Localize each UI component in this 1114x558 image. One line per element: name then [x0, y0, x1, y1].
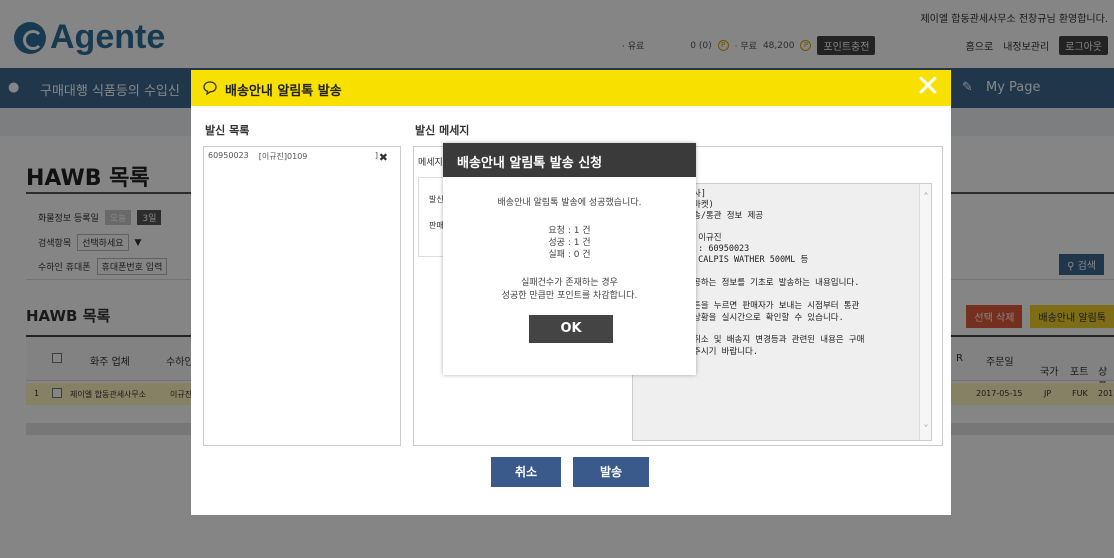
- preview-scrollbar[interactable]: ⌃ ⌄: [919, 184, 931, 440]
- list-item[interactable]: 60950023 [이규진]0109 ] ✖: [208, 151, 394, 164]
- cancel-button[interactable]: 취소: [491, 457, 561, 487]
- sender-list-label: 발신 목록: [205, 124, 250, 137]
- sender-list: 60950023 [이규진]0109 ] ✖: [203, 146, 401, 446]
- preview-line: 공하는 정보를 기초로 발송하는 내용입니다.: [693, 278, 860, 288]
- sender-number: 60950023: [208, 151, 249, 160]
- remove-icon[interactable]: ✖: [379, 151, 388, 164]
- chevron-up-icon[interactable]: ⌃: [920, 190, 932, 202]
- sender-name: [이규진]0109: [258, 152, 308, 161]
- result-popup: 배송안내 알림톡 발송 신청 배송안내 알림톡 발송에 성공했습니다. 요청 :…: [443, 143, 696, 375]
- preview-line: 주시기 바랍니다.: [693, 347, 758, 357]
- preview-line: 상황을 실시간으로 확인할 수 있습니다.: [693, 313, 844, 323]
- sender-field-label: 발신: [429, 195, 444, 204]
- note-line: 실패건수가 존재하는 경우: [521, 278, 618, 288]
- modal-title: 배송안내 알림톡 발송: [225, 84, 342, 99]
- send-button[interactable]: 발송: [573, 457, 649, 487]
- popup-title: 배송안내 알림톡 발송 신청: [443, 143, 696, 177]
- sender-bracket: ]: [374, 151, 378, 160]
- preview-line: CALPIS WATHER 500ML 등: [693, 255, 809, 265]
- message-label: 발신 메세지: [415, 124, 470, 137]
- failed-count: 실패 : 0 건: [548, 250, 591, 260]
- seller-field-label: 판매: [429, 221, 444, 230]
- chevron-down-icon[interactable]: ⌄: [920, 418, 932, 430]
- note-line: 성공한 만큼만 포인트를 차감합니다.: [501, 291, 638, 301]
- chat-bubble-icon: [203, 81, 217, 95]
- ok-button[interactable]: OK: [529, 315, 613, 343]
- message-inner-label: 메세지: [418, 158, 443, 168]
- preview-line: 튼을 누르면 판매자가 보내는 시점부터 통관: [693, 301, 860, 311]
- preview-line: 취소 및 배송지 변경등과 관련된 내용은 구매: [693, 335, 865, 345]
- success-message: 배송안내 알림톡 발송에 성공했습니다.: [497, 198, 642, 208]
- close-icon[interactable]: ✕: [915, 72, 941, 102]
- preview-line: 송/통관 정보 제공: [693, 211, 764, 221]
- modal-header: 배송안내 알림톡 발송 ✕: [191, 70, 951, 106]
